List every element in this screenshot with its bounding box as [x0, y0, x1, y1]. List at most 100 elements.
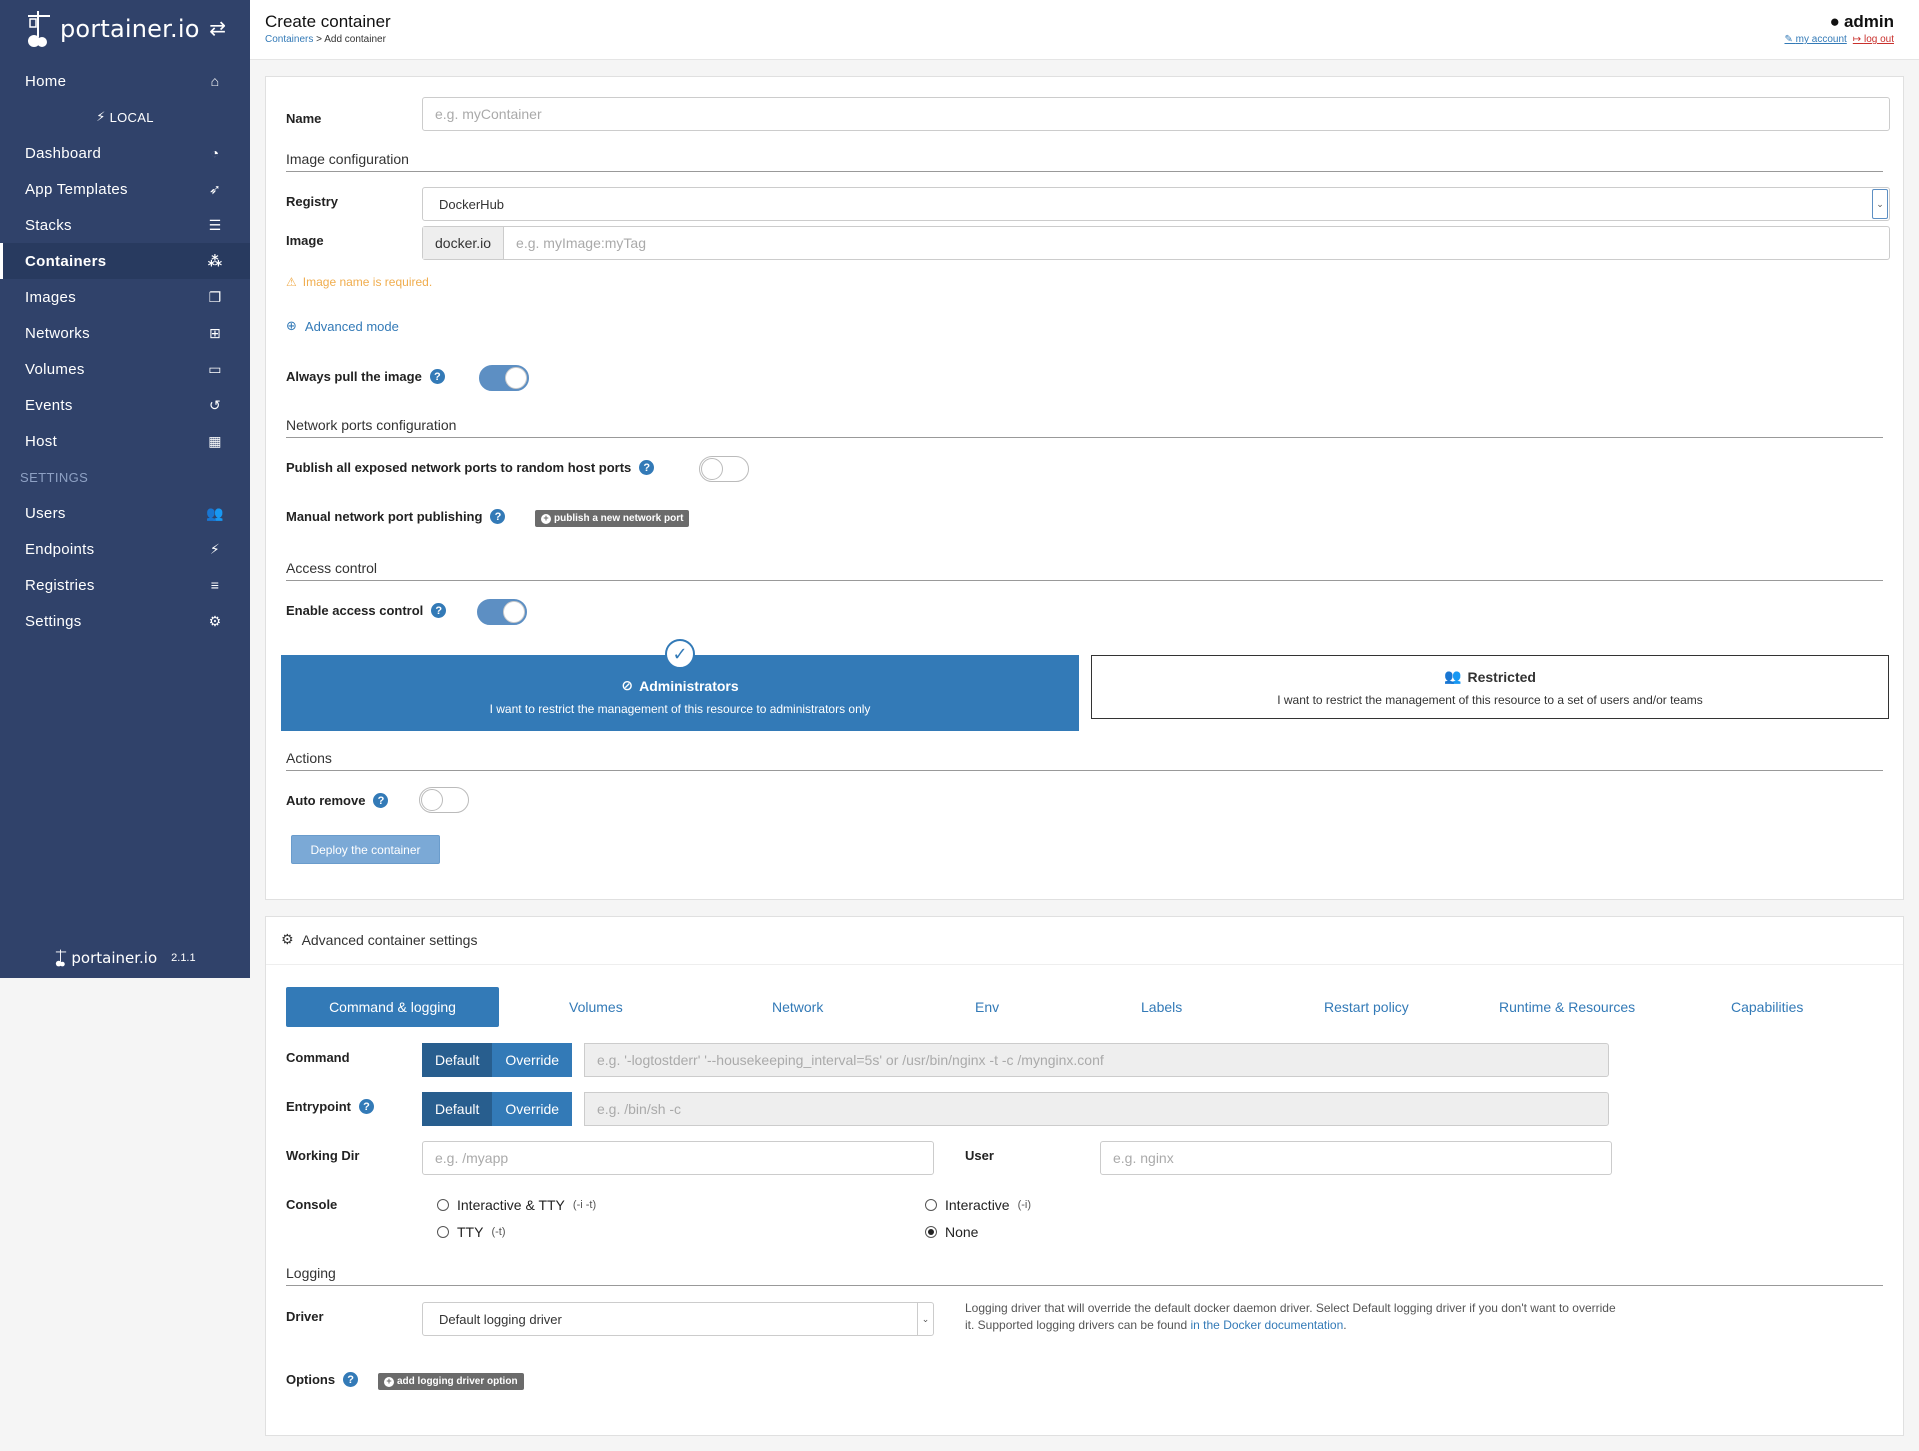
- sidebar-item-dashboard[interactable]: Dashboard ◔: [0, 135, 250, 171]
- sidebar-item-images[interactable]: Images ❐: [0, 279, 250, 315]
- portainer-logo[interactable]: portainer.io: [24, 9, 200, 49]
- restricted-option[interactable]: 👥 Restricted I want to restrict the mana…: [1091, 655, 1889, 719]
- users-icon: 👥: [206, 504, 224, 521]
- administrators-title-text: Administrators: [639, 677, 739, 694]
- sidebar-item-label: Endpoints: [25, 540, 95, 558]
- my-account-link[interactable]: ✎ my account: [1784, 34, 1846, 45]
- sidebar-item-label: Settings: [25, 612, 82, 630]
- user-label: User: [965, 1148, 994, 1163]
- radio-label: Interactive: [945, 1197, 1010, 1213]
- page-header: Create container Containers > Add contai…: [250, 0, 1919, 60]
- check-icon: ✓: [665, 639, 695, 669]
- advanced-mode-link[interactable]: ⊕ Advanced mode: [286, 318, 1883, 334]
- sidebar-item-host[interactable]: Host ▦: [0, 423, 250, 459]
- tab-labels[interactable]: Labels: [1141, 987, 1182, 1027]
- footer-logo: portainer.io: [54, 948, 157, 968]
- footer-brand-text: portainer.io: [71, 949, 158, 967]
- help-icon[interactable]: ?: [373, 793, 389, 808]
- driver-label: Driver: [286, 1309, 324, 1324]
- sidebar-item-networks[interactable]: Networks ⊞: [0, 315, 250, 351]
- sidebar-item-events[interactable]: Events ↺: [0, 387, 250, 423]
- logging-driver-select[interactable]: Default logging driver ⌄: [422, 1302, 934, 1336]
- toggle-knob: [421, 789, 443, 811]
- console-interactive-tty-radio[interactable]: Interactive & TTY (-i -t): [437, 1197, 596, 1213]
- help-icon[interactable]: ?: [639, 460, 655, 475]
- registry-select[interactable]: DockerHub ⌄: [422, 187, 1890, 221]
- add-logging-option-button[interactable]: + add logging driver option: [378, 1373, 524, 1390]
- administrators-title: ⊘ Administrators: [281, 677, 1079, 694]
- sidebar-item-users[interactable]: Users 👥: [0, 495, 250, 531]
- tab-volumes[interactable]: Volumes: [569, 987, 623, 1027]
- radio-sub: (-t): [491, 1226, 506, 1238]
- help-icon[interactable]: ?: [429, 369, 445, 384]
- plug-icon: ⚡: [96, 109, 110, 124]
- console-none-radio[interactable]: None: [925, 1224, 978, 1240]
- tab-restart-policy[interactable]: Restart policy: [1324, 987, 1409, 1027]
- sidebar-item-settings[interactable]: Settings ⚙: [0, 603, 250, 639]
- sidebar-item-containers[interactable]: Containers ⁂: [0, 243, 250, 279]
- sidebar-item-endpoints[interactable]: Endpoints ⚡: [0, 531, 250, 567]
- tab-network[interactable]: Network: [772, 987, 823, 1027]
- always-pull-toggle[interactable]: [479, 365, 529, 391]
- chevron-down-icon: ⌄: [1872, 189, 1888, 219]
- cog-icon: ⚙: [281, 931, 294, 947]
- hdd-icon: ▭: [208, 360, 222, 377]
- tab-capabilities[interactable]: Capabilities: [1731, 987, 1803, 1027]
- radio-label: None: [945, 1224, 979, 1240]
- breadcrumb-containers-link[interactable]: Containers: [265, 34, 313, 45]
- console-interactive-radio[interactable]: Interactive (-i): [925, 1197, 1031, 1213]
- user-links: ✎ my account ↦ log out: [1784, 34, 1894, 45]
- tab-runtime-resources[interactable]: Runtime & Resources: [1499, 987, 1635, 1027]
- help-icon[interactable]: ?: [359, 1099, 374, 1114]
- help-icon[interactable]: ?: [490, 509, 506, 524]
- name-input[interactable]: e.g. myContainer: [422, 97, 1890, 131]
- entrypoint-input[interactable]: e.g. /bin/sh -c: [584, 1092, 1609, 1126]
- sidebar-item-registries[interactable]: Registries ≡: [0, 567, 250, 603]
- deploy-container-button[interactable]: Deploy the container: [291, 835, 440, 864]
- workdir-input[interactable]: e.g. /myapp: [422, 1141, 934, 1175]
- driver-value: Default logging driver: [439, 1311, 562, 1327]
- help-icon[interactable]: ?: [343, 1372, 359, 1387]
- swap-arrows-icon[interactable]: ⇄: [209, 16, 226, 41]
- command-input[interactable]: e.g. '-logtostderr' '--housekeeping_inte…: [584, 1043, 1609, 1077]
- image-input[interactable]: docker.io e.g. myImage:myTag: [422, 226, 1890, 260]
- sidebar-item-stacks[interactable]: Stacks ☰: [0, 207, 250, 243]
- sidebar-item-app-templates[interactable]: App Templates ➶: [0, 171, 250, 207]
- command-override-button[interactable]: Override: [492, 1043, 573, 1077]
- administrators-option[interactable]: ✓ ⊘ Administrators I want to restrict th…: [281, 639, 1079, 731]
- docker-docs-link[interactable]: in the Docker documentation: [1191, 1318, 1344, 1332]
- tab-command-logging[interactable]: Command & logging: [286, 987, 499, 1027]
- sidebar-item-label: Images: [25, 288, 76, 306]
- command-label: Command: [286, 1050, 350, 1065]
- cogs-icon: ⚙: [208, 612, 222, 629]
- tab-env[interactable]: Env: [975, 987, 999, 1027]
- entrypoint-override-button[interactable]: Override: [492, 1092, 573, 1126]
- publish-all-toggle[interactable]: [699, 456, 749, 482]
- image-config-section: Image configuration: [286, 151, 1883, 172]
- plus-circle-icon: +: [384, 1376, 394, 1387]
- console-tty-radio[interactable]: TTY (-t): [437, 1224, 506, 1240]
- restricted-title-text: Restricted: [1467, 668, 1536, 685]
- entrypoint-default-button[interactable]: Default: [422, 1092, 493, 1126]
- database-icon: ≡: [210, 577, 220, 593]
- help-icon[interactable]: ?: [431, 603, 447, 618]
- sidebar-item-label: App Templates: [25, 180, 128, 198]
- sidebar-item-volumes[interactable]: Volumes ▭: [0, 351, 250, 387]
- sidebar-item-home[interactable]: Home ⌂: [0, 63, 250, 99]
- administrators-desc: I want to restrict the management of thi…: [489, 702, 871, 716]
- enable-access-toggle[interactable]: [477, 599, 527, 625]
- log-out-link[interactable]: ↦ log out: [1853, 34, 1894, 45]
- plug-icon: ⚡: [209, 540, 221, 557]
- driver-help-end: .: [1343, 1318, 1347, 1332]
- endpoint-label: LOCAL: [109, 109, 154, 125]
- brand-text: portainer.io: [60, 14, 200, 43]
- user-input[interactable]: e.g. nginx: [1100, 1141, 1612, 1175]
- breadcrumb-current: > Add container: [316, 34, 386, 45]
- version-label: 2.1.1: [171, 952, 196, 964]
- auto-remove-toggle[interactable]: [419, 787, 469, 813]
- command-default-button[interactable]: Default: [422, 1043, 493, 1077]
- publish-new-port-button[interactable]: + publish a new network port: [535, 510, 690, 527]
- radio-dot-selected: [925, 1226, 937, 1238]
- create-container-panel: Name e.g. myContainer Image configuratio…: [265, 76, 1904, 900]
- sidebar: portainer.io ⇄ Home ⌂ ⚡ LOCAL Dashboard …: [0, 0, 250, 978]
